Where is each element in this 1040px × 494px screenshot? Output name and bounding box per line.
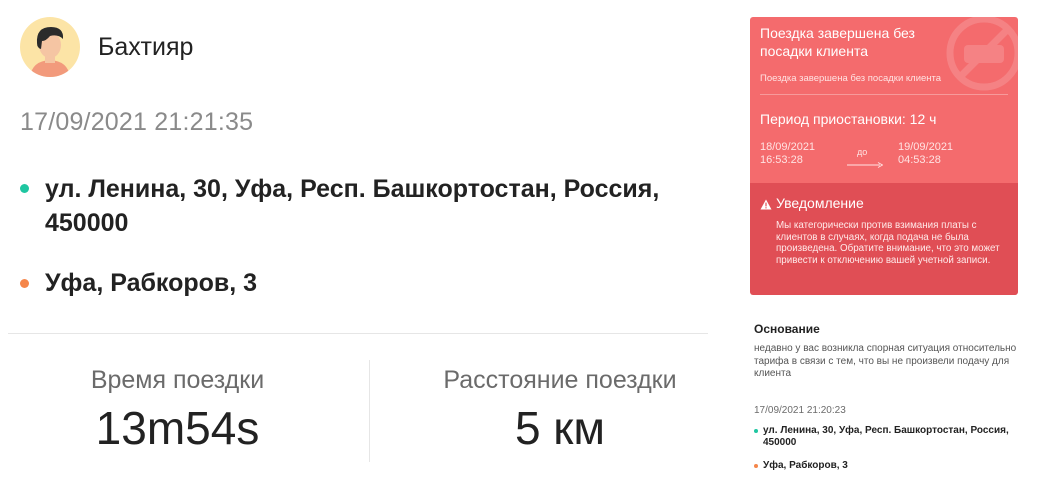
- basis-text: недавно у вас возникла спорная ситуация …: [754, 343, 1017, 379]
- period-end: 19/09/2021 04:53:28: [898, 141, 953, 167]
- user-avatar-icon: [20, 17, 80, 77]
- notice-title: Уведомление: [776, 195, 864, 211]
- pickup-address-row: ул. Ленина, 30, Уфа, Респ. Башкортостан,…: [20, 172, 660, 240]
- dropoff-dot-icon: [20, 279, 29, 288]
- notice-text: Мы категорически против взимания платы с…: [776, 220, 1000, 266]
- basis-pickup-row: ул. Ленина, 30, Уфа, Респ. Башкортостан,…: [754, 425, 1014, 449]
- trip-duration-label: Время поездки: [90, 366, 265, 394]
- period-start-date: 18/09/2021: [760, 141, 816, 153]
- trip-duration-value: 13m54s: [95, 402, 260, 454]
- basis-dropoff-row: Уфа, Рабкоров, 3: [754, 460, 1014, 472]
- trip-distance-label: Расстояние поездки: [443, 366, 677, 394]
- trip-datetime: 17/09/2021 21:21:35: [20, 108, 254, 136]
- period-end-date: 19/09/2021: [898, 141, 954, 153]
- warning-icon: [760, 199, 772, 210]
- pickup-address: ул. Ленина, 30, Уфа, Респ. Башкортостан,…: [45, 175, 660, 237]
- period-start-time: 16:53:28: [760, 154, 803, 166]
- driver-info: Бахтияр: [20, 17, 193, 77]
- alert-header: Поездка завершена без посадки клиента По…: [750, 17, 1018, 183]
- alert-subtitle: Поездка завершена без посадки клиента: [760, 73, 942, 84]
- dropoff-address: Уфа, Рабкоров, 3: [45, 269, 258, 297]
- trip-distance-value: 5 км: [514, 402, 606, 454]
- trip-distance: Расстояние поездки 5 км: [415, 366, 705, 455]
- stats-divider: [369, 360, 370, 462]
- period-start: 18/09/2021 16:53:28: [760, 141, 815, 167]
- basis-datetime: 17/09/2021 21:20:23: [754, 405, 846, 416]
- trip-duration: Время поездки 13m54s: [60, 366, 295, 455]
- pickup-dot-icon: [754, 429, 758, 433]
- suspension-alert-card: Поездка завершена без посадки клиента По…: [750, 17, 1018, 295]
- alert-separator: [760, 94, 1008, 95]
- dropoff-address-row: Уфа, Рабкоров, 3: [20, 266, 660, 300]
- trip-details-panel: Бахтияр 17/09/2021 21:21:35 ул. Ленина, …: [0, 0, 720, 494]
- section-divider: [8, 333, 708, 334]
- arrow-right-icon: [847, 162, 883, 168]
- dropoff-dot-icon: [754, 464, 758, 468]
- pickup-dot-icon: [20, 184, 29, 193]
- basis-title: Основание: [754, 322, 820, 336]
- suspension-period: Период приостановки: 12 ч: [760, 111, 937, 127]
- user-name: Бахтияр: [98, 32, 194, 61]
- period-to-label: до: [857, 147, 868, 157]
- basis-dropoff-address: Уфа, Рабкоров, 3: [763, 460, 848, 471]
- basis-pickup-address: ул. Ленина, 30, Уфа, Респ. Башкортостан,…: [763, 425, 1009, 448]
- alert-title: Поездка завершена без посадки клиента: [760, 25, 915, 59]
- period-end-time: 04:53:28: [898, 154, 941, 166]
